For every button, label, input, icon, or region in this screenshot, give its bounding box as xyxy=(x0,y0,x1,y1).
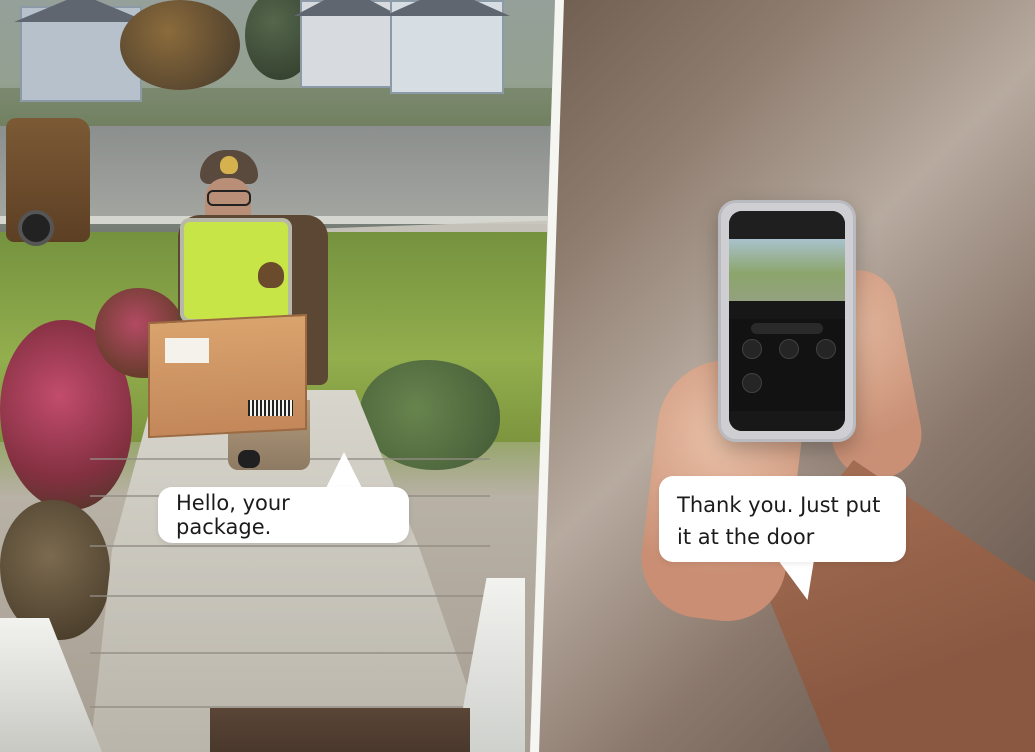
step-edge xyxy=(90,545,490,547)
autumn-tree xyxy=(120,0,240,90)
phone-tabs xyxy=(751,323,823,334)
step-edge xyxy=(90,652,490,654)
phone-screen xyxy=(729,211,845,431)
van-wheel xyxy=(18,210,54,246)
house-center xyxy=(294,0,400,88)
shoe xyxy=(238,450,260,468)
house-roof xyxy=(294,0,400,16)
speech-bubble-right: Thank you. Just put it at the door xyxy=(659,476,906,562)
right-caption: Thank you. Just put it at the door xyxy=(677,493,881,549)
control-button-icon xyxy=(742,373,762,393)
control-button-icon xyxy=(742,339,762,359)
smartphone xyxy=(718,200,856,442)
house-right xyxy=(384,0,510,94)
package-box xyxy=(148,313,307,439)
control-button-icon xyxy=(816,339,836,359)
speech-bubble-left: Hello, your package. xyxy=(158,487,409,543)
step-edge xyxy=(90,595,490,597)
left-photo-panel xyxy=(0,0,555,752)
vest-logo xyxy=(258,262,284,288)
left-caption: Hello, your package. xyxy=(176,491,290,539)
door-mat xyxy=(210,708,470,752)
porch-pillar-left xyxy=(0,618,102,752)
camera-preview xyxy=(729,239,845,301)
delivery-van xyxy=(6,118,90,246)
phone-status-bar xyxy=(729,211,845,239)
barcode xyxy=(248,400,293,416)
control-grid xyxy=(742,339,836,393)
house-row xyxy=(0,0,555,124)
glasses xyxy=(207,190,251,206)
control-button-icon xyxy=(779,339,799,359)
shipping-label xyxy=(165,338,209,363)
house-roof xyxy=(384,0,510,16)
phone-bottom-bar xyxy=(729,411,845,431)
house-roof xyxy=(14,0,148,22)
shrub-right xyxy=(360,360,500,470)
phone-toolbar xyxy=(729,301,845,319)
cap-logo xyxy=(220,156,238,174)
